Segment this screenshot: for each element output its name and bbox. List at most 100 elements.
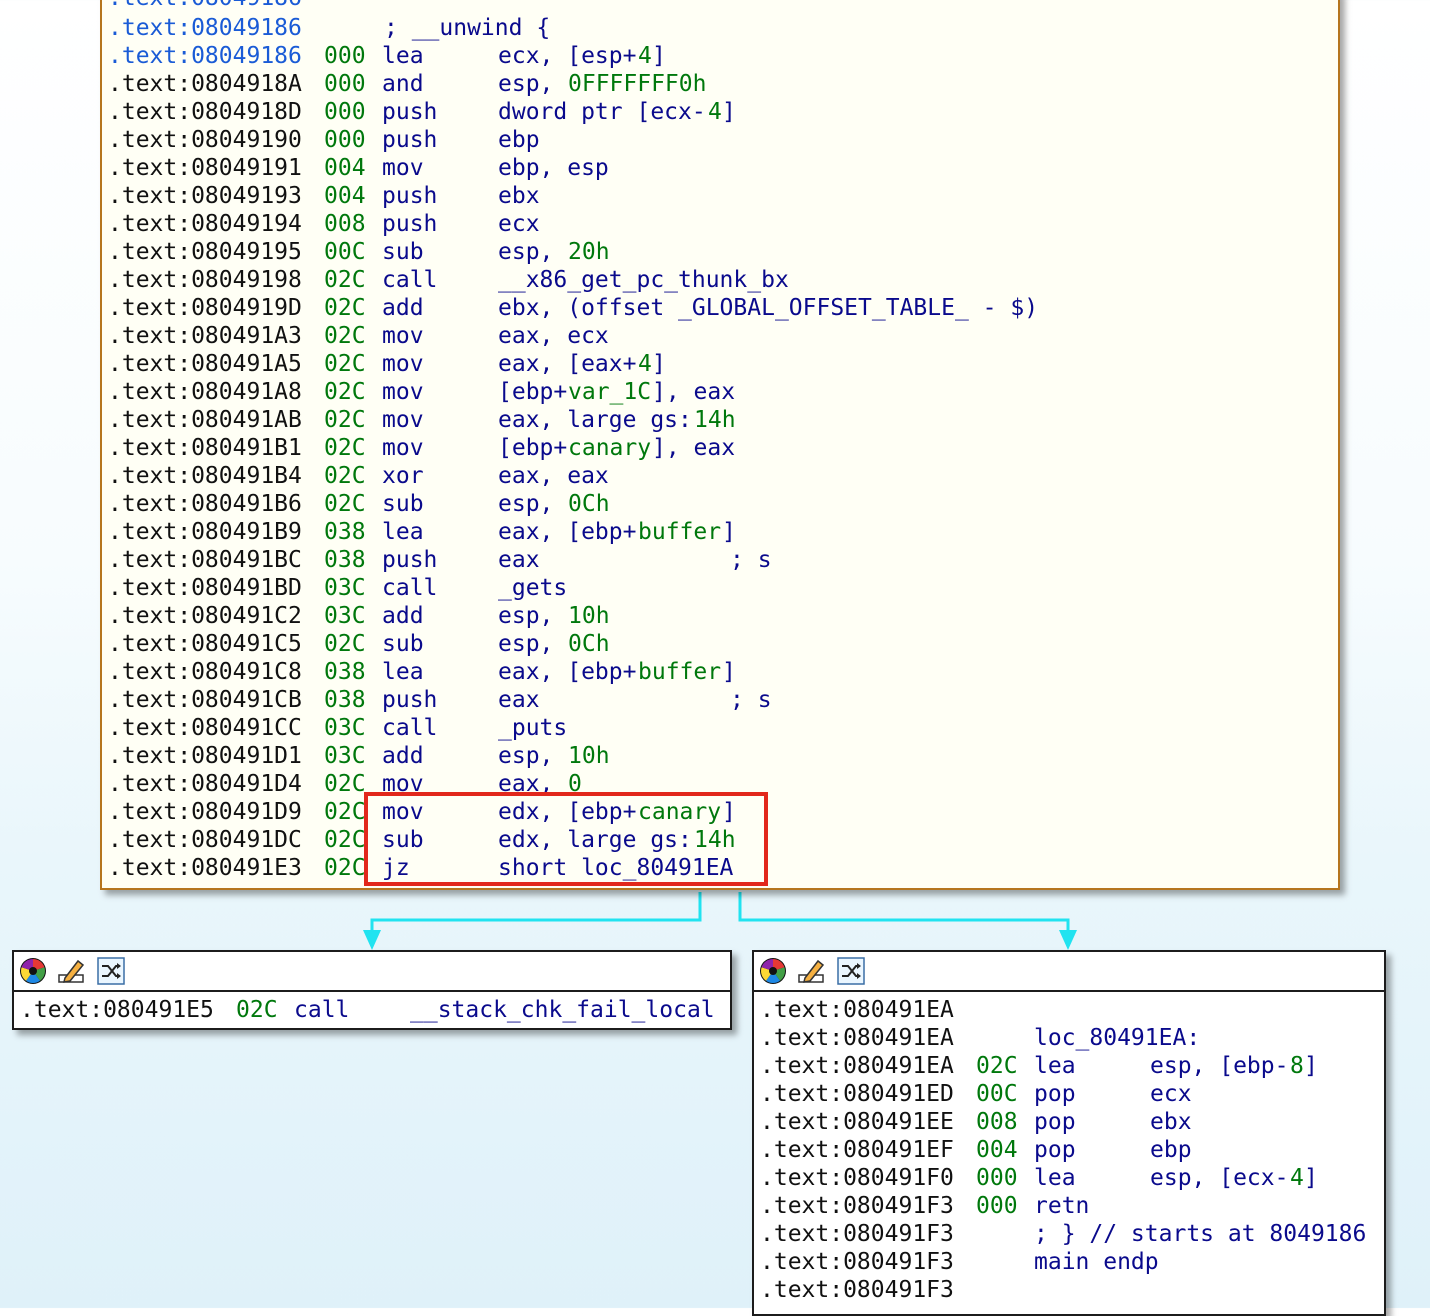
instruction-mnemonic: sub (382, 631, 424, 657)
stack-pointer-offset: 02C (324, 631, 366, 657)
instruction-address: .text:080491D1 (108, 743, 302, 769)
instruction-operand: 4 (638, 351, 652, 377)
instruction-address: .text:080491CB (108, 687, 302, 713)
instruction-address: .text:080491EA (760, 997, 954, 1023)
instruction-mnemonic: lea (382, 43, 424, 69)
instruction-operand: esp, (498, 239, 568, 265)
exit-code-block[interactable]: .text:080491EA .text:080491EA loc_80491EA:… (752, 950, 1386, 1316)
instruction-address: .text:080491A3 (108, 323, 302, 349)
stack-pointer-offset: 000 (324, 43, 366, 69)
instruction-operand: _puts (498, 715, 568, 741)
instruction-operand: _gets (498, 575, 568, 601)
instruction-address: .text:080491DC (108, 827, 302, 853)
code-label: loc_80491EA: (1034, 1025, 1201, 1051)
stack-pointer-offset: 038 (324, 547, 366, 573)
main-code-block[interactable]: .text:08049186 .text:08049186 ; __unwind… (100, 0, 1340, 890)
fail-code-block[interactable]: .text:080491E5 02C call __stack_chk_fail_lo… (12, 950, 732, 1030)
instruction-address: .text:080491ED (760, 1081, 954, 1107)
instruction-operand: ] (722, 99, 736, 125)
rename-pencil-icon[interactable] (56, 956, 86, 986)
instruction-operand: ebx (498, 183, 540, 209)
instruction-operand: ecx, [esp+ (498, 43, 637, 69)
instruction-operand: 20h (568, 239, 610, 265)
instruction-address: .text:08049195 (108, 239, 302, 265)
instruction-address: .text:080491B6 (108, 491, 302, 517)
header-line: .text:08049186 (108, 0, 302, 12)
instruction-address: .text:08049190 (108, 127, 302, 153)
instruction-address: .text:080491EA (760, 1053, 954, 1079)
instruction-mnemonic: mov (382, 323, 424, 349)
instruction-operand: eax, [ebp+ (498, 659, 637, 685)
instruction-mnemonic: lea (1034, 1165, 1076, 1191)
stack-pointer-offset: 02C (324, 799, 366, 825)
instruction-mnemonic: call (382, 575, 438, 601)
edge-true-arrowhead (1059, 930, 1077, 950)
unwind-comment: ; __unwind { (384, 15, 551, 41)
instruction-address: .text:08049186 (108, 43, 302, 69)
stack-pointer-offset: 02C (324, 435, 366, 461)
instruction-operand: ] (1304, 1053, 1318, 1079)
stack-pointer-offset: 000 (324, 127, 366, 153)
stack-pointer-offset: 03C (324, 603, 366, 629)
stack-pointer-offset: 00C (976, 1081, 1018, 1107)
instruction-address: .text:080491F3 (760, 1221, 954, 1247)
instruction-operand: ebx (1150, 1109, 1192, 1135)
instruction-address: .text:080491B1 (108, 435, 302, 461)
stack-pointer-offset: 02C (976, 1053, 1018, 1079)
stack-pointer-offset: 03C (324, 715, 366, 741)
instruction-operand: eax, ecx (498, 323, 609, 349)
instruction-comment: ; s (730, 687, 772, 713)
instruction-operand: ] (722, 519, 736, 545)
rename-pencil-icon[interactable] (796, 956, 826, 986)
instruction-operand: eax (498, 547, 540, 573)
instruction-operand: ] (722, 659, 736, 685)
stack-pointer-offset: 03C (324, 743, 366, 769)
instruction-mnemonic: xor (382, 463, 424, 489)
graph-layout-icon[interactable] (836, 956, 866, 986)
block-toolbar (754, 952, 1384, 992)
instruction-operand: eax, [eax+ (498, 351, 637, 377)
instruction-mnemonic: call (294, 997, 350, 1023)
instruction-mnemonic: mov (382, 407, 424, 433)
instruction-address: .text:080491B9 (108, 519, 302, 545)
instruction-operand: esp, [ebp- (1150, 1053, 1289, 1079)
instruction-address: .text:080491E3 (108, 855, 302, 881)
instruction-operand: eax, eax (498, 463, 609, 489)
instruction-mnemonic: pop (1034, 1081, 1076, 1107)
color-palette-icon[interactable] (18, 956, 48, 986)
stack-pointer-offset: 02C (324, 267, 366, 293)
stack-pointer-offset: 000 (324, 71, 366, 97)
instruction-operand: 10h (568, 603, 610, 629)
stack-pointer-offset: 02C (324, 855, 366, 881)
instruction-address: .text:080491EF (760, 1137, 954, 1163)
instruction-address: .text:0804919D (108, 295, 302, 321)
instruction-operand: [ebp+ (498, 379, 568, 405)
instruction-mnemonic: lea (1034, 1053, 1076, 1079)
stack-pointer-offset: 038 (324, 687, 366, 713)
unwind-addr: .text:08049186 (108, 15, 302, 41)
instruction-address: .text:080491A8 (108, 379, 302, 405)
stack-pointer-offset: 008 (976, 1109, 1018, 1135)
stack-pointer-offset: 000 (976, 1193, 1018, 1219)
instruction-mnemonic: mov (382, 351, 424, 377)
stack-pointer-offset: 038 (324, 519, 366, 545)
stack-pointer-offset: 00C (324, 239, 366, 265)
instruction-mnemonic: pop (1034, 1137, 1076, 1163)
stack-pointer-offset: 02C (324, 407, 366, 433)
instruction-mnemonic: push (382, 99, 438, 125)
instruction-address: .text:080491BC (108, 547, 302, 573)
color-palette-icon[interactable] (758, 956, 788, 986)
instruction-operand: __stack_chk_fail_local (410, 997, 715, 1023)
instruction-mnemonic: add (382, 603, 424, 629)
instruction-operand: ebp, esp (498, 155, 609, 181)
instruction-operand: esp, (498, 491, 568, 517)
instruction-address: .text:080491EE (760, 1109, 954, 1135)
graph-layout-icon[interactable] (96, 956, 126, 986)
instruction-operand: 4 (1290, 1165, 1304, 1191)
stack-pointer-offset: 004 (976, 1137, 1018, 1163)
instruction-operand: ecx (498, 211, 540, 237)
instruction-operand: esp, (498, 603, 568, 629)
instruction-operand: ] (652, 43, 666, 69)
instruction-operand: ebp (498, 127, 540, 153)
instruction-address: .text:080491F0 (760, 1165, 954, 1191)
